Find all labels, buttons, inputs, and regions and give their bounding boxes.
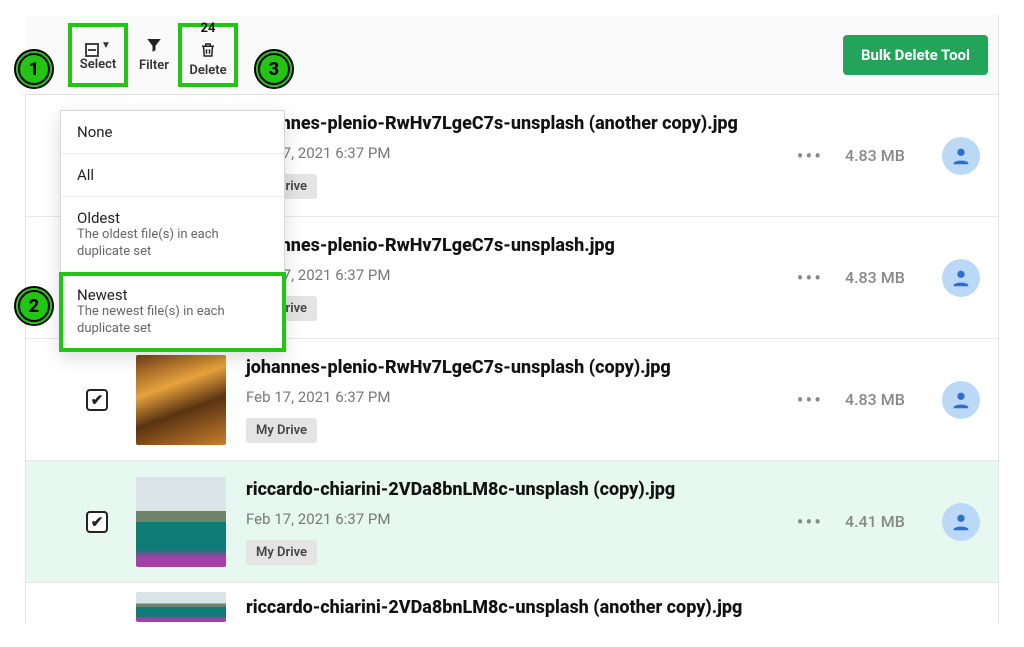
file-date: Feb 17, 2021 6:37 PM (246, 266, 797, 284)
toolbar: ▼ Select Filter 24 Delete Bulk Delete To… (25, 15, 999, 95)
file-thumbnail (136, 355, 226, 445)
file-date: Feb 17, 2021 6:37 PM (246, 388, 797, 406)
drive-chip[interactable]: My Drive (246, 540, 317, 565)
drive-chip[interactable]: My Drive (246, 418, 317, 443)
file-name: johannes-plenio-RwHv7LgeC7s-unsplash (co… (246, 357, 797, 378)
more-actions-icon[interactable]: ••• (797, 266, 823, 290)
annotation-step-3: 3 (256, 51, 292, 87)
select-label: Select (80, 57, 116, 72)
file-name: johannes-plenio-RwHv7LgeC7s-unsplash (an… (246, 113, 797, 134)
dropdown-item-newest[interactable]: Newest The newest file(s) in each duplic… (61, 274, 284, 350)
delete-count: 24 (201, 21, 216, 36)
file-name: riccardo-chiarini-2VDa8bnLM8c-unsplash (… (246, 479, 797, 500)
more-actions-icon[interactable]: ••• (797, 510, 823, 534)
file-size: 4.83 MB (845, 146, 920, 165)
funnel-icon (145, 36, 163, 58)
owner-avatar[interactable] (942, 259, 980, 297)
more-actions-icon[interactable]: ••• (797, 388, 823, 412)
file-name: johannes-plenio-RwHv7LgeC7s-unsplash.jpg (246, 235, 797, 256)
trash-icon (199, 41, 217, 63)
owner-avatar[interactable] (942, 137, 980, 175)
delete-button[interactable]: 24 Delete (180, 25, 236, 85)
annotation-step-2: 2 (16, 288, 52, 324)
more-actions-icon[interactable]: ••• (797, 144, 823, 168)
bulk-delete-button[interactable]: Bulk Delete Tool (843, 35, 988, 75)
file-size: 4.41 MB (845, 512, 920, 531)
row-checkbox[interactable]: ✔ (86, 511, 108, 533)
owner-avatar[interactable] (942, 381, 980, 419)
file-date: Feb 17, 2021 6:37 PM (246, 144, 797, 162)
annotation-step-1: 1 (16, 51, 52, 87)
filter-label: Filter (139, 58, 169, 73)
select-dropdown: None All Oldest The oldest file(s) in ea… (60, 110, 285, 351)
file-row[interactable]: riccardo-chiarini-2VDa8bnLM8c-unsplash (… (26, 583, 998, 623)
row-checkbox[interactable]: ✔ (86, 389, 108, 411)
file-row[interactable]: ✔ johannes-plenio-RwHv7LgeC7s-unsplash (… (26, 339, 998, 461)
delete-label: Delete (189, 63, 226, 78)
file-thumbnail (136, 477, 226, 567)
dropdown-item-none[interactable]: None (61, 111, 284, 154)
dropdown-item-all[interactable]: All (61, 154, 284, 197)
file-thumbnail (136, 592, 226, 622)
file-date: Feb 17, 2021 6:37 PM (246, 510, 797, 528)
select-button[interactable]: ▼ Select (70, 25, 126, 85)
file-size: 4.83 MB (845, 390, 920, 409)
file-row[interactable]: ✔ riccardo-chiarini-2VDa8bnLM8c-unsplash… (26, 461, 998, 583)
file-name: riccardo-chiarini-2VDa8bnLM8c-unsplash (… (246, 597, 980, 618)
dropdown-item-oldest[interactable]: Oldest The oldest file(s) in each duplic… (61, 197, 284, 274)
file-size: 4.83 MB (845, 268, 920, 287)
select-indeterminate-icon: ▼ (85, 37, 111, 57)
filter-button[interactable]: Filter (126, 25, 182, 85)
owner-avatar[interactable] (942, 503, 980, 541)
